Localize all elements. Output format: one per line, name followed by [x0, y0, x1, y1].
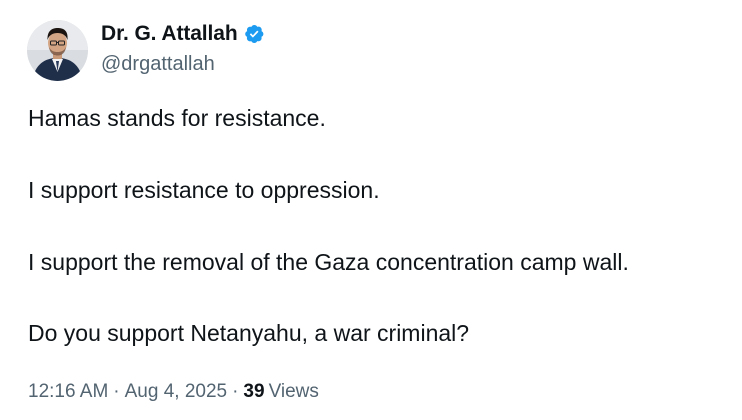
meta-separator: ·: [232, 381, 239, 402]
views-count[interactable]: 39: [243, 381, 264, 403]
display-name[interactable]: Dr. G. Attallah: [101, 22, 238, 46]
tweet-time[interactable]: 12:16 AM: [28, 381, 108, 403]
tweet-paragraph: Hamas stands for resistance.: [28, 105, 326, 131]
views-label[interactable]: Views: [269, 381, 319, 403]
avatar-image: [27, 20, 88, 81]
tweet-card: Dr. G. Attallah @drgattallah Hamas stand…: [0, 0, 742, 420]
tweet-date[interactable]: Aug 4, 2025: [125, 381, 227, 403]
author-name-row: Dr. G. Attallah: [101, 20, 265, 48]
verified-badge-icon[interactable]: [243, 23, 265, 45]
meta-separator: ·: [113, 381, 120, 402]
avatar[interactable]: [27, 20, 88, 81]
tweet-paragraph: Do you support Netanyahu, a war criminal…: [28, 320, 470, 346]
tweet-paragraph: I support resistance to oppression.: [28, 177, 380, 203]
tweet-metadata: 12:16 AM · Aug 4, 2025 · 39 Views: [28, 381, 319, 403]
tweet-paragraph: I support the removal of the Gaza concen…: [28, 249, 629, 275]
author-handle[interactable]: @drgattallah: [101, 53, 215, 76]
